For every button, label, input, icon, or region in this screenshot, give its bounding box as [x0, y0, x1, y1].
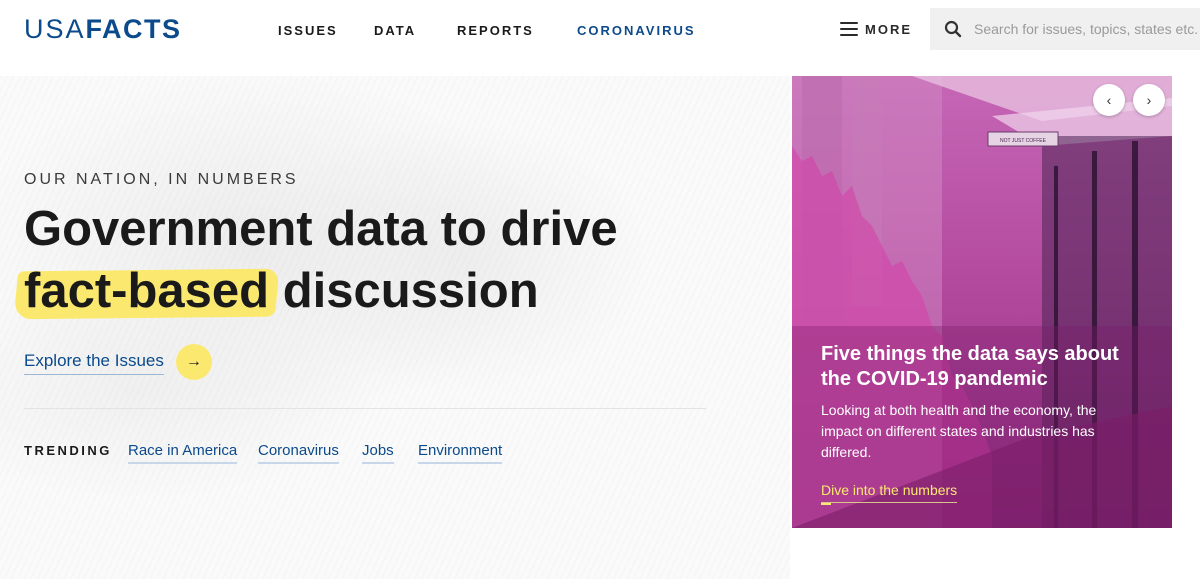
headline-line-1: Government data to drive — [24, 202, 618, 256]
arrow-right-icon[interactable]: → — [175, 344, 212, 380]
trending-label: TRENDING — [24, 443, 112, 458]
headline-highlight: fact-based — [24, 260, 269, 322]
nav-issues[interactable]: ISSUES — [278, 22, 338, 40]
feature-body: Looking at both health and the economy, … — [821, 402, 1097, 460]
search-icon — [944, 20, 962, 38]
more-label: MORE — [865, 21, 912, 37]
site-header: USA FACTS ISSUES DATA REPORTS CORONAVIRU… — [0, 0, 1200, 76]
more-menu-button[interactable]: MORE — [840, 18, 912, 40]
hamburger-icon — [840, 22, 858, 36]
chevron-right-icon: › — [1146, 92, 1152, 108]
hero-background — [0, 76, 790, 579]
trending-link-environment[interactable]: Environment — [418, 442, 503, 464]
hero-divider — [24, 408, 706, 409]
carousel-next-button[interactable]: › — [1133, 84, 1165, 116]
trending-link-race-in-america[interactable]: Race in America — [128, 442, 238, 464]
feature-card[interactable]: NOT JUST COFFEE ‹ › Five things the data… — [792, 76, 1172, 528]
nav-coronavirus[interactable]: CORONAVIRUS — [577, 22, 696, 40]
explore-issues-link[interactable]: Explore the Issues → — [24, 344, 212, 380]
nav-reports[interactable]: REPORTS — [457, 22, 534, 40]
search-input[interactable] — [972, 20, 1200, 38]
store-sign-text: NOT JUST COFFEE — [1000, 138, 1047, 144]
hero-headline: Government data to drive fact-based disc… — [24, 198, 724, 322]
dive-into-numbers-link[interactable]: Dive into the numbers — [821, 481, 958, 505]
hero-eyebrow: OUR NATION, IN NUMBERS — [24, 171, 299, 188]
nav-data[interactable]: DATA — [374, 22, 416, 40]
chevron-left-icon: ‹ — [1106, 92, 1112, 108]
feature-title: Five things the data says about the COVI… — [821, 343, 1119, 390]
logo-facts: FACTS — [85, 14, 182, 44]
usafacts-logo[interactable]: USA FACTS — [24, 12, 182, 46]
carousel-prev-button[interactable]: ‹ — [1093, 84, 1125, 116]
explore-issues-label: Explore the Issues — [24, 350, 164, 375]
logo-usa: USA — [24, 14, 86, 44]
search-box[interactable] — [930, 8, 1200, 50]
trending-link-jobs[interactable]: Jobs — [362, 442, 394, 464]
trending-link-coronavirus[interactable]: Coronavirus — [258, 442, 339, 464]
headline-rest: discussion — [269, 264, 539, 318]
